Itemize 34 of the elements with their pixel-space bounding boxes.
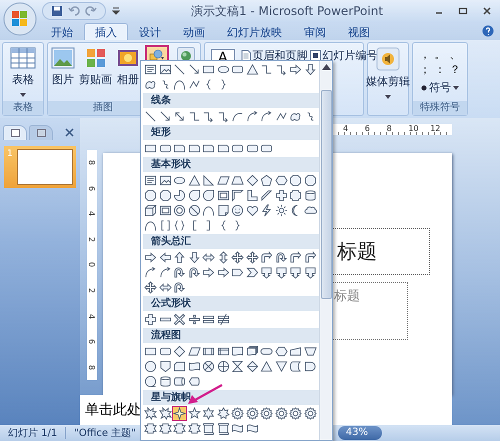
picture-button[interactable]: 图片 xyxy=(50,45,76,89)
section-header: 矩形 xyxy=(143,125,319,140)
symbol-button[interactable]: ： xyxy=(432,63,448,76)
section-header: 线条 xyxy=(143,93,319,108)
symbol-button[interactable]: ； xyxy=(418,63,432,76)
horizontal-ruler: 4 6 8 10 12 xyxy=(333,124,452,135)
ribbon-tab[interactable]: 视图 xyxy=(337,23,381,40)
group-label: 特殊符号 xyxy=(413,101,467,115)
clip-art-button[interactable]: 剪贴画 xyxy=(78,45,113,89)
symbol-button[interactable]: ？ xyxy=(448,63,462,76)
section-header: 流程图 xyxy=(143,328,319,343)
section-header: 公式形状 xyxy=(143,296,319,311)
slide-counter: 幻灯片 1/1 xyxy=(8,426,58,440)
ribbon-tab[interactable]: 开始 xyxy=(40,23,84,40)
ribbon-tab[interactable]: 幻灯片放映 xyxy=(216,23,293,40)
section-header: 星与旗帜 xyxy=(143,390,319,405)
section-header: 基本形状 xyxy=(143,157,319,172)
vertical-ruler: 8 6 4 2 0 2 4 6 8 xyxy=(87,150,97,380)
window-title: 演示文稿1 - Microsoft PowerPoint xyxy=(190,2,384,20)
symbol-button[interactable]: 符号 xyxy=(421,80,459,95)
symbol-button[interactable]: 。 xyxy=(432,48,448,61)
group-label: 表格 xyxy=(3,101,43,115)
symbol-button[interactable]: 、 xyxy=(448,48,462,61)
section-header: 箭头总汇 xyxy=(143,234,319,249)
symbol-button[interactable]: ， xyxy=(418,48,432,61)
ribbon-tab[interactable]: 设计 xyxy=(128,23,172,40)
ribbon-tab[interactable]: 审阅 xyxy=(293,23,337,40)
theme-name: "Office 主题" xyxy=(74,426,136,440)
table-button[interactable]: 表格 xyxy=(9,45,37,89)
ribbon-tab[interactable]: 动画 xyxy=(172,23,216,40)
slide-number: 1 xyxy=(7,149,14,161)
zoom-level[interactable]: 43% xyxy=(338,426,382,440)
photo-album-button[interactable]: 相册 xyxy=(115,45,141,89)
ribbon-tab[interactable]: 插入 xyxy=(84,23,128,40)
